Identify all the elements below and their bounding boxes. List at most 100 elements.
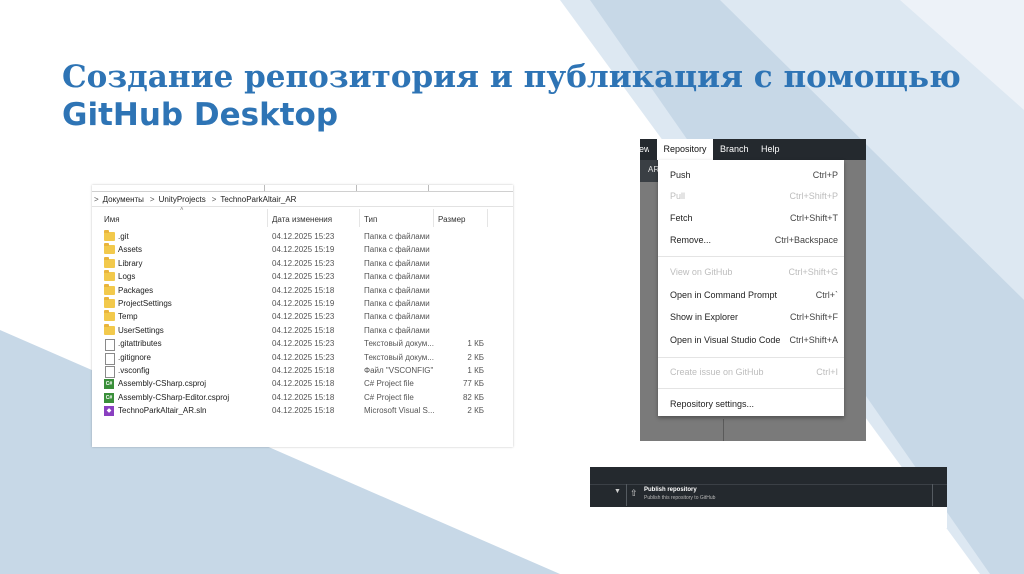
- file-type: Папка с файлами: [364, 298, 430, 308]
- file-size: 2 КБ: [467, 406, 484, 416]
- column-header-name[interactable]: Имя: [104, 215, 120, 224]
- menu-view-cut[interactable]: ew: [639, 144, 649, 154]
- column-divider[interactable]: [359, 209, 360, 227]
- file-type: C# Project file: [364, 392, 414, 402]
- slide-title: Создание репозитория и публикация с помо…: [62, 58, 962, 134]
- column-header-type[interactable]: Тип: [364, 215, 377, 224]
- menu-separator: [658, 357, 844, 358]
- menu-item-shortcut: Ctrl+Backspace: [774, 235, 838, 245]
- table-row[interactable]: UserSettings 04.12.2025 15:18 Папка с файл…: [92, 323, 513, 338]
- file-name: Assets: [118, 245, 143, 255]
- file-date: 04.12.2025 15:23: [272, 272, 335, 282]
- file-date: 04.12.2025 15:18: [272, 392, 335, 402]
- file-date: 04.12.2025 15:18: [272, 365, 335, 375]
- repository-dropdown: Push Ctrl+P Pull Ctrl+Shift+P Fetch Ctrl+Shif…: [658, 160, 844, 416]
- toolbar-divider: [932, 484, 933, 506]
- table-row[interactable]: ◆ TechnoParkAltair_AR.sln 04.12.2025 15:18…: [92, 405, 513, 418]
- column-header-date[interactable]: Дата изменения: [272, 215, 332, 224]
- menu-item-label: Fetch: [670, 213, 693, 223]
- menu-item-label: Show in Explorer: [670, 312, 739, 322]
- address-bar[interactable]: > Документы > UnityProjects > TechnoPark…: [92, 192, 513, 207]
- file-type: Текстовый докум...: [364, 339, 434, 349]
- menu-item-remove[interactable]: Remove... Ctrl+Backspace: [670, 235, 838, 249]
- chevron-down-icon[interactable]: ▼: [614, 488, 621, 495]
- breadcrumb-separator: >: [149, 194, 155, 204]
- file-explorer: > Документы > UnityProjects > TechnoPark…: [92, 185, 513, 447]
- file-type: Папка с файлами: [364, 325, 430, 335]
- menu-item-open-in-command-prompt[interactable]: Open in Command Prompt Ctrl+`: [670, 290, 838, 304]
- file-name: .gitattributes: [118, 339, 162, 349]
- sln-icon: ◆: [104, 406, 114, 417]
- menu-help[interactable]: Help: [761, 144, 780, 154]
- menu-item-shortcut: Ctrl+Shift+F: [789, 312, 838, 322]
- explorer-toolbar-edge: [92, 185, 513, 192]
- breadcrumb-separator: >: [211, 194, 217, 204]
- folder-icon: [104, 310, 115, 322]
- table-row[interactable]: Packages 04.12.2025 15:18 Папка с файлами: [92, 283, 513, 298]
- file-type: Папка с файлами: [364, 258, 430, 268]
- upload-icon[interactable]: ⇧: [630, 488, 638, 499]
- menu-item-fetch[interactable]: Fetch Ctrl+Shift+T: [670, 213, 838, 227]
- column-headers: Имя Дата изменения Тип Размер: [92, 212, 513, 226]
- menu-item-pull: Pull Ctrl+Shift+P: [670, 191, 838, 205]
- publish-panel-top: [590, 467, 947, 484]
- file-name: .gitignore: [118, 352, 151, 362]
- menu-item-show-in-explorer[interactable]: Show in Explorer Ctrl+Shift+F: [670, 312, 838, 326]
- file-date: 04.12.2025 15:19: [272, 245, 335, 255]
- table-row[interactable]: .git 04.12.2025 15:23 Папка с файлами: [92, 230, 513, 244]
- breadcrumb-item[interactable]: UnityProjects: [159, 195, 206, 204]
- file-date: 04.12.2025 15:19: [272, 298, 335, 308]
- breadcrumb-item[interactable]: Документы: [103, 195, 144, 204]
- file-size: 2 КБ: [467, 352, 484, 362]
- file-name: TechnoParkAltair_AR.sln: [118, 406, 207, 416]
- publish-repository-button[interactable]: Publish repository: [644, 487, 697, 493]
- table-row[interactable]: Temp 04.12.2025 15:23 Папка с файлами: [92, 310, 513, 324]
- file-size: 1 КБ: [467, 365, 484, 375]
- table-row[interactable]: Logs 04.12.2025 15:23 Папка с файлами: [92, 270, 513, 284]
- menu-item-repository-settings[interactable]: Repository settings...: [670, 399, 838, 413]
- folder-icon: [104, 256, 115, 268]
- file-date: 04.12.2025 15:23: [272, 312, 335, 322]
- column-divider[interactable]: [487, 209, 488, 227]
- pane-divider: [723, 419, 724, 441]
- publish-panel: ▼ ⇧ Publish repository Publish this repo…: [590, 467, 947, 528]
- file-date: 04.12.2025 15:23: [272, 232, 335, 241]
- slide-title-line1: Создание репозитория и публикация с помо…: [62, 59, 961, 95]
- file-date: 04.12.2025 15:23: [272, 352, 335, 362]
- file-date: 04.12.2025 15:18: [272, 406, 335, 416]
- column-divider[interactable]: [433, 209, 434, 227]
- menu-item-shortcut: Ctrl+P: [812, 170, 838, 180]
- file-name: Assembly-CSharp.csproj: [118, 379, 207, 389]
- file-type: Папка с файлами: [364, 312, 430, 322]
- menu-repository[interactable]: Repository: [657, 139, 713, 160]
- file-date: 04.12.2025 15:18: [272, 325, 335, 335]
- menu-item-label: Repository settings...: [670, 399, 755, 409]
- publish-repository-description: Publish this repository to GitHub: [644, 495, 716, 501]
- table-row[interactable]: ProjectSettings 04.12.2025 15:19 Папка с ф…: [92, 296, 513, 311]
- menu-item-open-in-visual-studio-code[interactable]: Open in Visual Studio Code Ctrl+Shift+A: [670, 335, 838, 349]
- file-name: Library: [118, 258, 143, 268]
- table-row[interactable]: Assets 04.12.2025 15:19 Папка с файлами: [92, 243, 513, 257]
- column-divider[interactable]: [267, 209, 268, 227]
- file-type: Файл "VSCONFIG": [364, 365, 434, 375]
- menu-item-shortcut: Ctrl+Shift+A: [789, 335, 838, 345]
- column-header-size[interactable]: Размер: [438, 215, 466, 224]
- folder-icon: [104, 243, 115, 255]
- file-name: .git: [118, 232, 129, 241]
- table-row[interactable]: .vsconfig 04.12.2025 15:18 Файл "VSCONFIG"…: [92, 365, 513, 378]
- breadcrumb-item[interactable]: TechnoParkAltair_AR: [220, 195, 296, 204]
- csproj-icon: C#: [104, 379, 114, 390]
- table-row[interactable]: .gitattributes 04.12.2025 15:23 Текстовый …: [92, 338, 513, 352]
- table-row[interactable]: C# Assembly-CSharp-Editor.csproj 04.12.202…: [92, 392, 513, 405]
- file-type: Папка с файлами: [364, 272, 430, 282]
- table-row[interactable]: .gitignore 04.12.2025 15:23 Текстовый доку…: [92, 352, 513, 365]
- menu-item-label: Create issue on GitHub: [670, 367, 764, 377]
- table-row[interactable]: C# Assembly-CSharp.csproj 04.12.2025 15:18…: [92, 378, 513, 391]
- file-type: C# Project file: [364, 379, 414, 389]
- menu-branch[interactable]: Branch: [720, 144, 749, 154]
- file-name: UserSettings: [118, 325, 164, 335]
- table-row[interactable]: Library 04.12.2025 15:23 Папка с файлами: [92, 256, 513, 271]
- menu-item-push[interactable]: Push Ctrl+P: [670, 170, 838, 184]
- toolbar-divider: [626, 484, 627, 506]
- file-name: ProjectSettings: [118, 298, 172, 308]
